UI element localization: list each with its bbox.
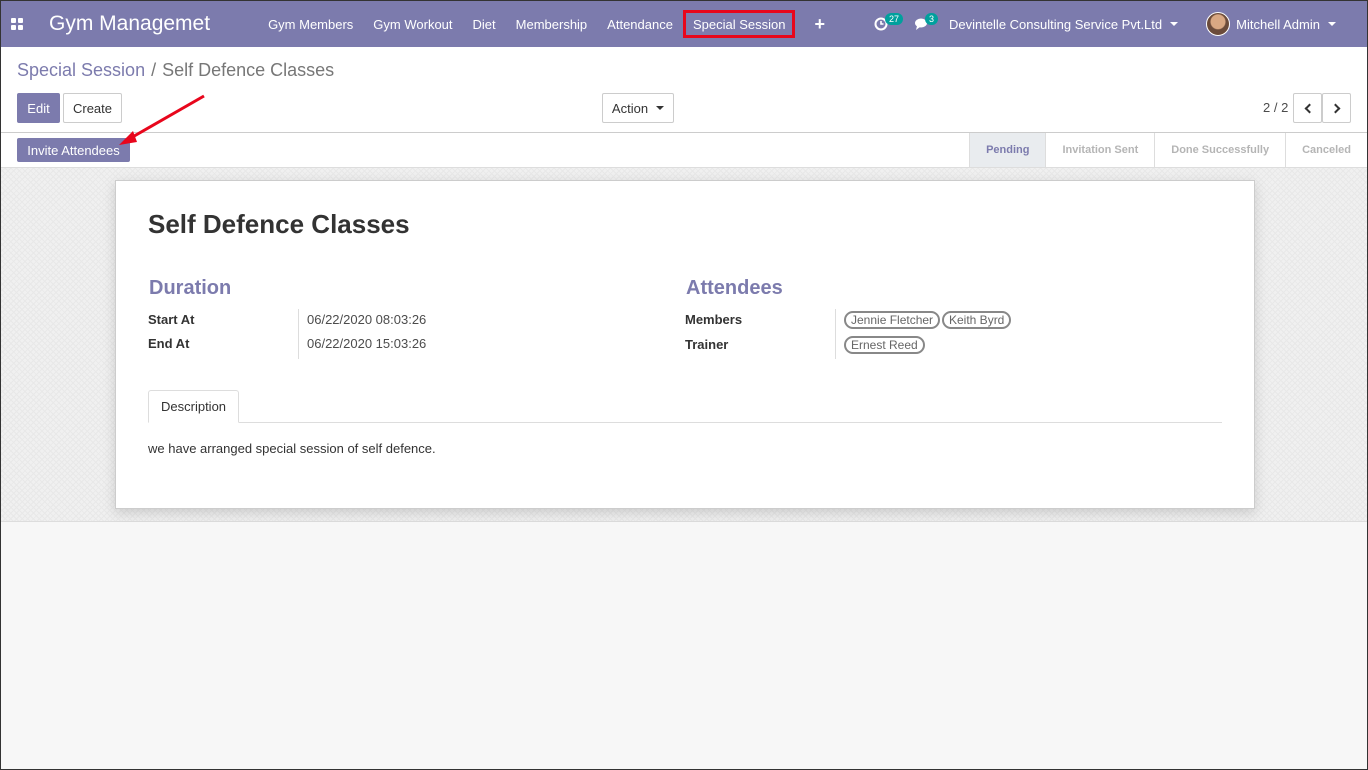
- members-label: Members: [685, 312, 743, 327]
- pager-previous-button[interactable]: [1293, 93, 1322, 123]
- menu-attendance[interactable]: Attendance: [597, 1, 683, 47]
- form-sheet: Self Defence Classes Duration Start At E…: [115, 180, 1255, 509]
- pager-value[interactable]: 2 / 2: [1263, 100, 1288, 115]
- action-label: Action: [611, 100, 649, 116]
- start-at-value: 06/22/2020 08:03:26: [307, 312, 427, 327]
- stage-pending[interactable]: Pending: [969, 133, 1046, 167]
- action-dropdown-button[interactable]: Action: [602, 93, 674, 123]
- top-navbar: Gym Managemet Gym Members Gym Workout Di…: [1, 1, 1367, 47]
- user-name: Mitchell Admin: [1236, 16, 1320, 32]
- chevron-right-icon: [1330, 103, 1340, 113]
- member-tag[interactable]: Jennie Fletcher: [844, 311, 941, 329]
- app-brand[interactable]: Gym Managemet: [49, 12, 210, 36]
- menu-gym-workout[interactable]: Gym Workout: [363, 1, 462, 47]
- start-at-label: Start At: [148, 312, 195, 327]
- main-menu: Gym Members Gym Workout Diet Membership …: [258, 1, 839, 47]
- menu-membership[interactable]: Membership: [506, 1, 598, 47]
- end-at-value: 06/22/2020 15:03:26: [307, 336, 427, 351]
- form-view-background: Self Defence Classes Duration Start At E…: [1, 168, 1367, 522]
- stage-done-successfully[interactable]: Done Successfully: [1154, 133, 1285, 167]
- apps-menu-icon[interactable]: [1, 1, 33, 47]
- activity-button[interactable]: 27: [861, 1, 903, 47]
- empty-content-area: [1, 522, 1367, 769]
- record-title: Self Defence Classes: [148, 209, 410, 239]
- stage-pipeline: Pending Invitation Sent Done Successfull…: [969, 133, 1367, 167]
- messages-button[interactable]: 3: [901, 1, 941, 47]
- messages-count-badge: 3: [924, 13, 938, 25]
- member-tag[interactable]: Keith Byrd: [942, 311, 1012, 329]
- description-text: we have arranged special session of self…: [148, 441, 436, 456]
- tab-description[interactable]: Description: [148, 390, 240, 423]
- breadcrumb: Special Session / Self Defence Classes: [17, 60, 334, 81]
- menu-diet[interactable]: Diet: [463, 1, 506, 47]
- menu-plus-icon[interactable]: +: [802, 1, 839, 47]
- attendees-divider: [835, 309, 836, 359]
- chevron-left-icon: [1304, 103, 1314, 113]
- caret-down-icon: [1170, 22, 1179, 26]
- duration-divider: [298, 309, 299, 359]
- caret-down-icon: [656, 106, 665, 110]
- tabs-divider: [148, 422, 1222, 423]
- edit-button[interactable]: Edit: [17, 93, 60, 123]
- avatar: [1206, 12, 1231, 36]
- attendees-group-title: Attendees: [686, 277, 783, 299]
- menu-special-session[interactable]: Special Session: [682, 10, 796, 38]
- user-menu[interactable]: Mitchell Admin: [1206, 12, 1336, 36]
- annotation-arrow: [119, 94, 205, 145]
- trainer-tag[interactable]: Ernest Reed: [844, 336, 925, 354]
- stage-invitation-sent[interactable]: Invitation Sent: [1045, 133, 1154, 167]
- systray: 27 3 Devintelle Consulting Service Pvt.L…: [861, 1, 1336, 47]
- breadcrumb-parent-link[interactable]: Special Session: [17, 60, 145, 80]
- menu-gym-members[interactable]: Gym Members: [258, 1, 363, 47]
- stage-canceled[interactable]: Canceled: [1285, 133, 1367, 167]
- pager-next-button[interactable]: [1322, 93, 1351, 123]
- company-name: Devintelle Consulting Service Pvt.Ltd: [948, 16, 1163, 32]
- trainer-label: Trainer: [685, 337, 729, 352]
- caret-down-icon: [1327, 22, 1336, 26]
- duration-group-title: Duration: [149, 277, 232, 299]
- end-at-label: End At: [148, 336, 190, 351]
- company-switcher[interactable]: Devintelle Consulting Service Pvt.Ltd: [948, 16, 1179, 32]
- breadcrumb-current: Self Defence Classes: [162, 60, 335, 80]
- breadcrumb-separator: /: [151, 60, 157, 80]
